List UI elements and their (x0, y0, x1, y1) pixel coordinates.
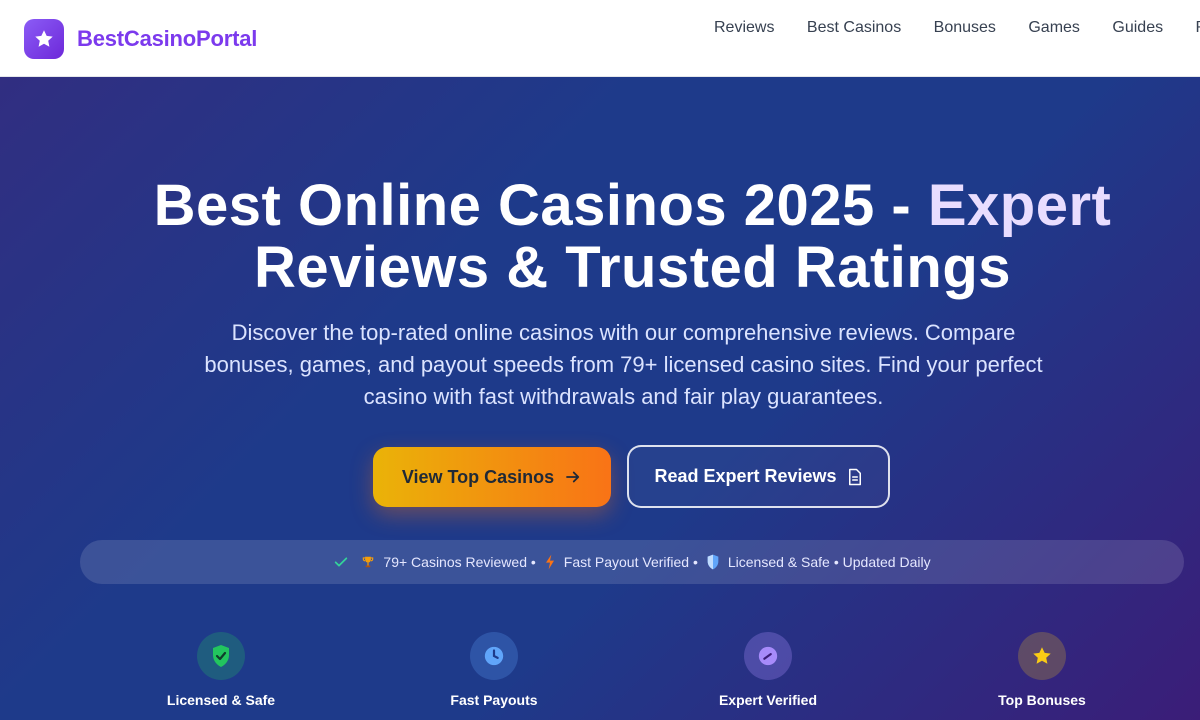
star-icon (24, 19, 64, 59)
nav-link-truncated[interactable]: Re (1196, 18, 1200, 38)
trust-updated-daily: • Updated Daily (833, 554, 931, 570)
hero-section: Best Online Casinos 2025 - Expert Review… (0, 77, 1200, 720)
read-expert-reviews-button[interactable]: Read Expert Reviews (627, 445, 890, 508)
feature-label: Top Bonuses (998, 692, 1086, 708)
hero-title-main: Best Online Casinos 2025 - (153, 173, 928, 238)
nav-link-games[interactable]: Games (1028, 18, 1080, 38)
nav-link-reviews[interactable]: Reviews (714, 18, 774, 38)
arrow-right-icon (564, 468, 582, 486)
nav-link-best-casinos[interactable]: Best Casinos (807, 18, 901, 38)
check-icon (333, 554, 349, 570)
star-icon (1018, 632, 1066, 680)
trust-licensed: Licensed & Safe (727, 554, 830, 570)
feature-top-bonuses: Top Bonuses (957, 632, 1127, 708)
hero-subtitle: Discover the top-rated online casinos wi… (204, 320, 1043, 409)
hero-title-accent: Expert (927, 173, 1112, 238)
lightning-icon (544, 554, 556, 570)
nav-link-guides[interactable]: Guides (1112, 18, 1163, 38)
trust-fast-payout: Fast Payout Verified • (563, 554, 698, 570)
brand-logo[interactable]: BestCasinoPortal (24, 19, 257, 59)
shield-check-icon (197, 632, 245, 680)
brand-name: BestCasinoPortal (77, 26, 258, 51)
feature-label: Expert Verified (718, 692, 818, 708)
feature-label: Fast Payouts (450, 692, 538, 708)
hero-title: Best Online Casinos 2025 - Expert Review… (60, 175, 1200, 299)
nav-link-bonuses[interactable]: Bonuses (934, 18, 996, 38)
trust-bar: 79+ Casinos Reviewed • Fast Payout Verif… (80, 540, 1184, 584)
feature-licensed-safe: Licensed & Safe (136, 632, 306, 708)
feature-label: Licensed & Safe (166, 692, 276, 708)
feature-fast-payouts: Fast Payouts (409, 632, 579, 708)
read-expert-reviews-label: Read Expert Reviews (654, 466, 837, 486)
feature-expert-verified: Expert Verified (683, 632, 853, 708)
gauge-icon (744, 632, 792, 680)
shield-icon (706, 554, 720, 570)
trust-casinos-reviewed: 79+ Casinos Reviewed • (383, 554, 536, 570)
document-icon (847, 468, 863, 486)
clock-icon (470, 632, 518, 680)
main-nav: Reviews Best Casinos Bonuses Games Guide… (714, 18, 1200, 38)
top-navbar: BestCasinoPortal Reviews Best Casinos Bo… (0, 0, 1200, 77)
view-top-casinos-label: View Top Casinos (401, 466, 555, 487)
hero-title-line2: Reviews & Trusted Ratings (253, 235, 1012, 300)
view-top-casinos-button[interactable]: View Top Casinos (373, 447, 611, 507)
trophy-icon (361, 555, 375, 569)
